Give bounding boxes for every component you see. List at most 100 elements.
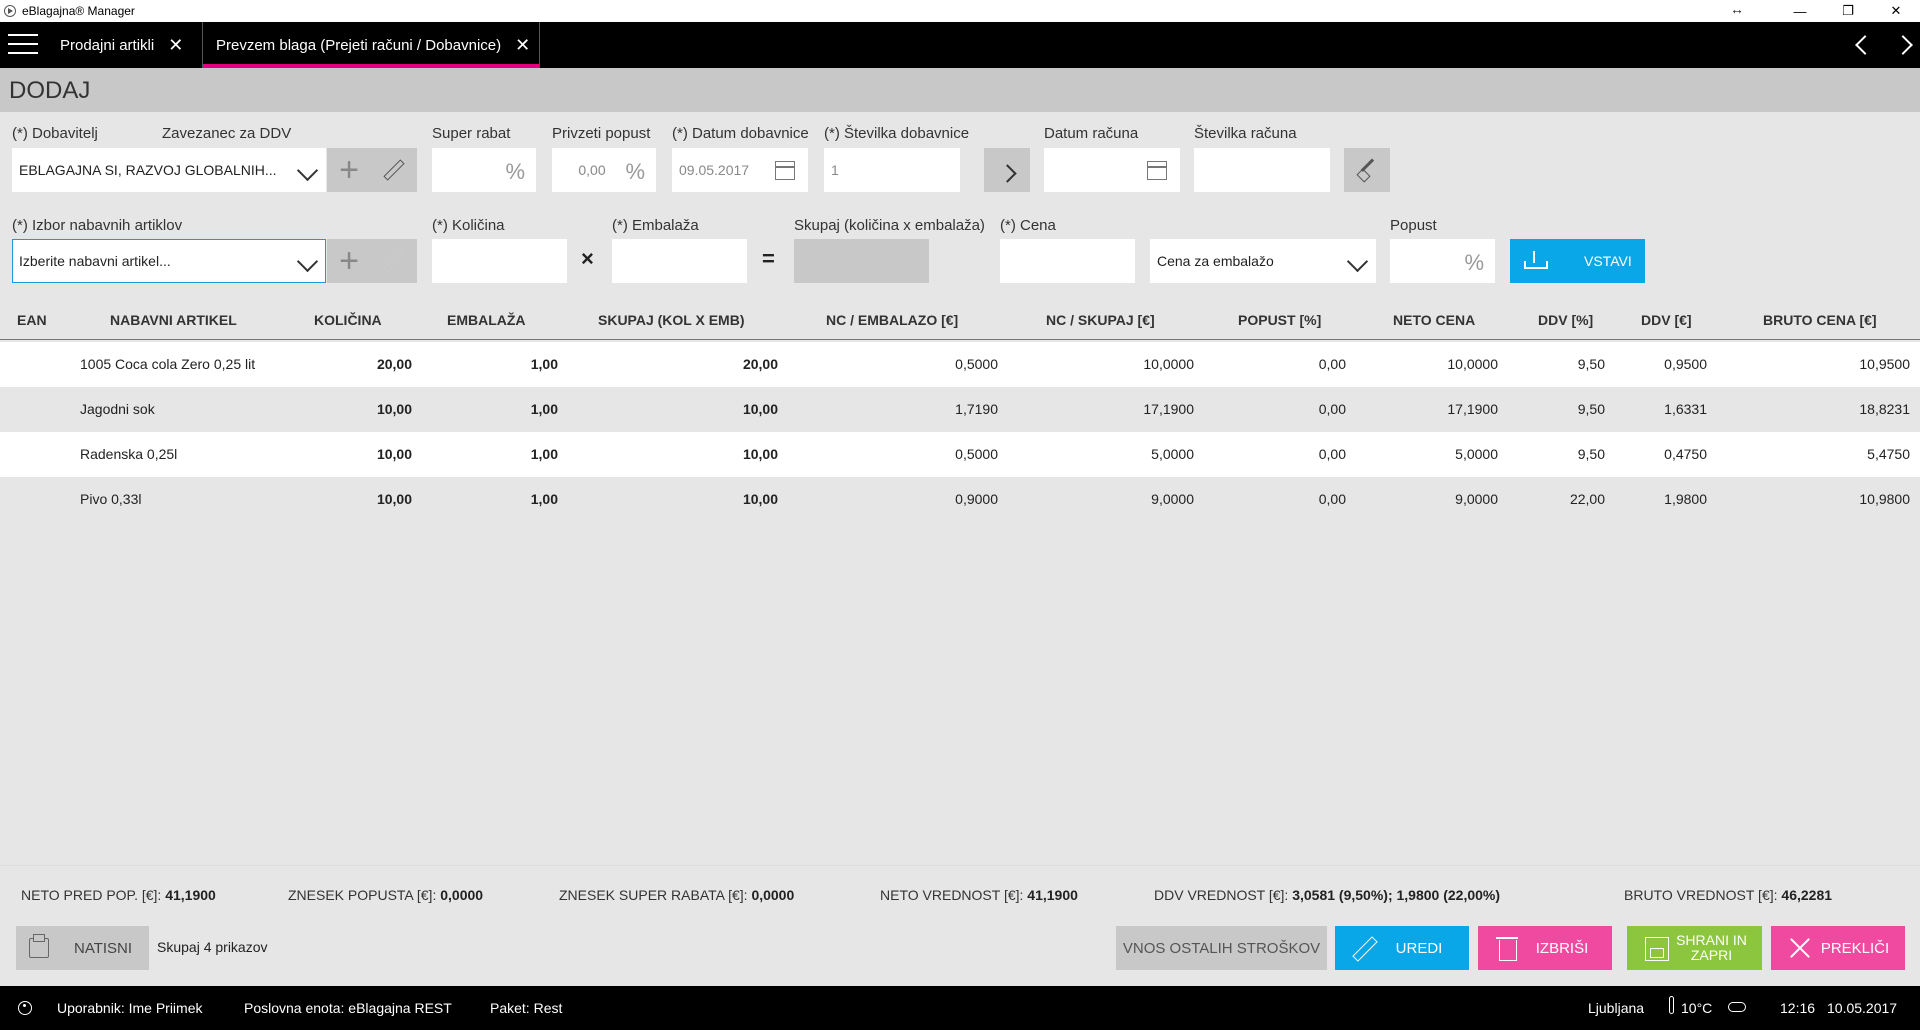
- shrani-in-zapri-button[interactable]: SHRANI IN ZAPRI: [1627, 926, 1762, 970]
- izbor-artikla-select[interactable]: Izberite nabavni artikel...: [12, 239, 326, 283]
- cell-ddv-pct: 22,00: [1569, 491, 1605, 507]
- table-header: EAN NABAVNI ARTIKEL KOLIČINA EMBALAŽA SK…: [0, 300, 1920, 340]
- tab-close-icon[interactable]: ✕: [168, 35, 183, 56]
- vnos-stroskov-button[interactable]: VNOS OSTALIH STROŠKOV: [1116, 926, 1327, 970]
- col-ddv-eur[interactable]: DDV [€]: [1641, 312, 1692, 328]
- col-skupaj[interactable]: SKUPAJ (KOL X EMB): [598, 312, 745, 328]
- restore-button[interactable]: ❐: [1824, 0, 1872, 22]
- status-uporabnik: Uporabnik: Ime Priimek: [57, 1000, 203, 1016]
- chevron-right-icon: [997, 163, 1017, 183]
- kolicina-input[interactable]: [432, 239, 567, 283]
- col-ddv-pct[interactable]: DDV [%]: [1538, 312, 1593, 328]
- cell-nc-skupaj: 17,1900: [1143, 401, 1194, 417]
- printer-icon: [29, 934, 49, 958]
- cell-neto: 10,0000: [1447, 356, 1498, 372]
- izbrisi-label: IZBRIŠI: [1535, 939, 1589, 957]
- next-arrow-button[interactable]: [984, 148, 1030, 192]
- col-neto-cena[interactable]: NETO CENA: [1393, 312, 1475, 328]
- privzeti-popust-input[interactable]: 0,00 %: [552, 148, 656, 192]
- datum-racuna-input[interactable]: [1044, 148, 1180, 192]
- dobavitelj-select[interactable]: EBLAGAJNA SI, RAZVOJ GLOBALNIH...: [12, 148, 326, 192]
- summary-label: NETO PRED POP. [€]:: [21, 887, 162, 903]
- col-kolicina[interactable]: KOLIČINA: [314, 312, 382, 328]
- hamburger-menu-icon[interactable]: [8, 34, 38, 56]
- col-embalaza[interactable]: EMBALAŽA: [447, 312, 526, 328]
- status-temperature: 10°C: [1681, 1000, 1713, 1016]
- super-rabat-input[interactable]: %: [432, 148, 536, 192]
- col-bruto-cena[interactable]: BRUTO CENA [€]: [1763, 312, 1877, 328]
- minimize-button[interactable]: —: [1776, 0, 1824, 22]
- natisni-button[interactable]: NATISNI: [16, 926, 149, 970]
- ddv-vrednost: DDV VREDNOST [€]: 3,0581 (9,50%); 1,9800…: [1154, 887, 1500, 903]
- vstavi-button[interactable]: VSTAVI: [1510, 239, 1645, 283]
- calendar-icon[interactable]: [775, 161, 795, 180]
- clear-form-button[interactable]: [1344, 148, 1390, 192]
- table-row[interactable]: Jagodni sok 10,00 1,00 10,00 1,7190 17,1…: [0, 387, 1920, 432]
- edit-artikel-button[interactable]: [371, 239, 417, 283]
- skupaj-field: [794, 239, 929, 283]
- col-nabavni-artikel[interactable]: NABAVNI ARTIKEL: [110, 312, 237, 328]
- table-row[interactable]: Radenska 0,25l 10,00 1,00 10,00 0,5000 5…: [0, 432, 1920, 477]
- cell-ddv-eur: 1,9800: [1664, 491, 1707, 507]
- calendar-icon[interactable]: [1147, 161, 1167, 180]
- col-nc-embalazo[interactable]: NC / EMBALAZO [€]: [826, 312, 958, 328]
- stevilka-racuna-input[interactable]: [1194, 148, 1330, 192]
- status-bar: Uporabnik: Ime Priimek Poslovna enota: e…: [0, 986, 1920, 1030]
- close-window-button[interactable]: ✕: [1872, 0, 1920, 22]
- cell-embalaza: 1,00: [530, 491, 558, 507]
- izbor-artiklov-label: (*) Izbor nabavnih artiklov: [12, 217, 183, 234]
- status-date: 10.05.2017: [1827, 1000, 1898, 1016]
- cell-skupaj: 10,00: [742, 446, 778, 462]
- uredi-button[interactable]: UREDI: [1335, 926, 1469, 970]
- cena-label: (*) Cena: [1000, 217, 1056, 234]
- edit-dobavitelj-button[interactable]: [371, 148, 417, 192]
- cloud-icon: [1728, 1002, 1746, 1012]
- summary-value: 0,0000: [751, 887, 795, 903]
- izbrisi-button[interactable]: IZBRIŠI: [1478, 926, 1612, 970]
- tab-next-icon[interactable]: [1893, 35, 1913, 55]
- window-titlebar: eBlagajna® Manager ↔ — ❐ ✕: [0, 0, 1920, 22]
- cena-input[interactable]: [1000, 239, 1135, 283]
- summary-value: 41,1900: [1027, 887, 1078, 903]
- embalaza-input[interactable]: [612, 239, 747, 283]
- add-dobavitelj-button[interactable]: [327, 148, 371, 192]
- add-artikel-button[interactable]: [327, 239, 371, 283]
- cell-artikel: 1005 Coca cola Zero 0,25 lit: [80, 356, 256, 372]
- tab-prev-icon[interactable]: [1855, 35, 1875, 55]
- cell-bruto: 10,9500: [1859, 356, 1910, 372]
- izbor-artikla-placeholder: Izberite nabavni artikel...: [19, 253, 171, 269]
- cell-bruto: 5,4750: [1867, 446, 1910, 462]
- status-paket: Paket: Rest: [490, 1000, 563, 1016]
- col-ean[interactable]: EAN: [17, 312, 47, 328]
- summary-label: ZNESEK POPUSTA [€]:: [288, 887, 437, 903]
- power-icon[interactable]: [18, 1001, 32, 1015]
- preklici-label: PREKLIČI: [1820, 939, 1890, 957]
- table-row[interactable]: Pivo 0,33l 10,00 1,00 10,00 0,9000 9,000…: [0, 477, 1920, 522]
- tab-close-icon[interactable]: ✕: [515, 35, 530, 56]
- privzeti-popust-value: 0,00: [578, 162, 606, 178]
- cell-popust: 0,00: [1318, 491, 1346, 507]
- vstavi-label: VSTAVI: [1584, 253, 1632, 269]
- datum-dobavnice-value: 09.05.2017: [679, 162, 750, 178]
- stevilka-dobavnice-input[interactable]: 1: [824, 148, 960, 192]
- super-rabat-label: Super rabat: [432, 125, 511, 142]
- tab-prevzem-blaga[interactable]: Prevzem blaga (Prejeti računi / Dobavnic…: [202, 22, 540, 68]
- record-count: Skupaj 4 prikazov: [157, 939, 268, 955]
- resize-arrows-icon[interactable]: ↔: [1730, 1, 1744, 17]
- col-nc-skupaj[interactable]: NC / SKUPAJ [€]: [1046, 312, 1155, 328]
- col-popust[interactable]: POPUST [%]: [1238, 312, 1321, 328]
- brush-icon: [1356, 159, 1378, 181]
- cell-ddv-eur: 1,6331: [1664, 401, 1707, 417]
- table-row[interactable]: 1005 Coca cola Zero 0,25 lit 20,00 1,00 …: [0, 342, 1920, 387]
- popust-input[interactable]: %: [1390, 239, 1495, 283]
- cena-tip-select[interactable]: Cena za embalažo: [1150, 239, 1376, 283]
- preklici-button[interactable]: PREKLIČI: [1771, 926, 1905, 970]
- summary-divider: [0, 865, 1920, 866]
- percent-icon: %: [625, 159, 645, 184]
- cell-nc-emb: 0,9000: [955, 491, 998, 507]
- tab-prodajni-artikli[interactable]: Prodajni artikli ✕: [60, 22, 183, 68]
- chevron-down-icon: [1346, 250, 1369, 273]
- cell-ddv-pct: 9,50: [1577, 356, 1605, 372]
- datum-dobavnice-input[interactable]: 09.05.2017: [672, 148, 808, 192]
- cell-nc-emb: 1,7190: [955, 401, 998, 417]
